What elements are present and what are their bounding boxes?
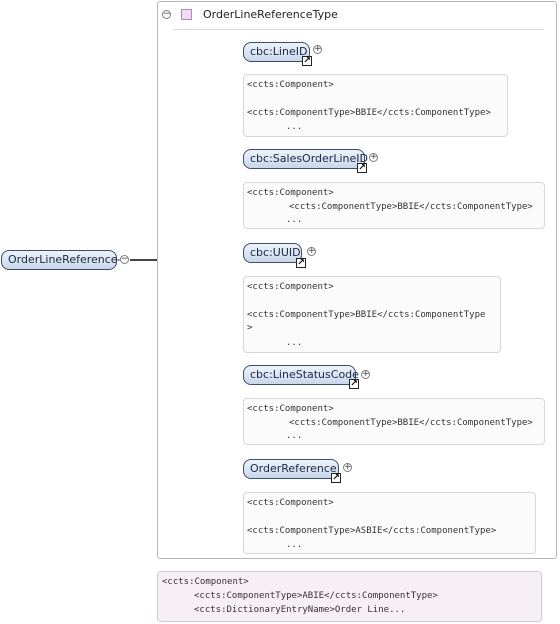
annotation-line-id: <ccts:Component> <ccts:ComponentType>BBI… xyxy=(243,74,508,137)
element-label: cbc:UUID xyxy=(250,246,301,259)
type-header-divider xyxy=(174,29,544,30)
annotation-uuid: <ccts:Component> <ccts:ComponentType>BBI… xyxy=(243,276,501,353)
annotation-text: ... xyxy=(286,431,303,441)
reference-arrow-icon: ↗ xyxy=(296,258,306,268)
annotation-text: <ccts:Component> xyxy=(247,404,334,414)
type-annotation: <ccts:Component> <ccts:ComponentType>ABI… xyxy=(157,571,542,622)
root-collapse-icon[interactable]: − xyxy=(120,255,129,264)
annotation-line-status-code: <ccts:Component> <ccts:ComponentType>BBI… xyxy=(243,398,545,445)
annotation-text: ... xyxy=(286,215,303,225)
annotation-text: <ccts:Component> xyxy=(247,80,334,90)
type-collapse-icon[interactable]: − xyxy=(162,10,171,19)
annotation-text: ... xyxy=(286,122,303,132)
annotation-text: <ccts:Component> xyxy=(162,577,249,587)
reference-arrow-icon: ↗ xyxy=(357,163,367,173)
element-label: cbc:LineID xyxy=(250,45,308,58)
annotation-order-reference: <ccts:Component> <ccts:ComponentType>ASB… xyxy=(243,492,536,554)
reference-arrow-icon: ↗ xyxy=(302,56,312,66)
root-element[interactable]: OrderLineReference xyxy=(1,250,118,270)
annotation-text: ... xyxy=(286,338,303,348)
annotation-text: <ccts:ComponentType>ABIE</ccts:Component… xyxy=(194,591,438,601)
annotation-text: <ccts:DictionaryEntryName>Order Line... xyxy=(194,605,406,615)
expand-icon[interactable]: + xyxy=(313,45,322,54)
element-uuid[interactable]: cbc:UUID xyxy=(243,243,302,263)
element-sales-order-line-id[interactable]: cbc:SalesOrderLineID xyxy=(243,149,368,169)
annotation-text: > xyxy=(247,323,253,333)
reference-arrow-icon: ↗ xyxy=(331,473,341,483)
element-line-id[interactable]: cbc:LineID xyxy=(243,42,310,62)
annotation-text: <ccts:ComponentType>BBIE</ccts:Component… xyxy=(247,310,486,320)
type-title: OrderLineReferenceType xyxy=(203,8,338,21)
element-label: OrderReference xyxy=(250,462,337,475)
annotation-text: <ccts:ComponentType>BBIE</ccts:Component… xyxy=(289,202,533,212)
expand-icon[interactable]: + xyxy=(361,370,370,379)
reference-arrow-icon: ↗ xyxy=(349,379,359,389)
element-line-status-code[interactable]: cbc:LineStatusCode xyxy=(243,365,359,385)
element-label: cbc:SalesOrderLineID xyxy=(250,152,368,165)
annotation-sales-order-line-id: <ccts:Component> <ccts:ComponentType>BBI… xyxy=(243,182,545,229)
annotation-text: <ccts:ComponentType>ASBIE</ccts:Componen… xyxy=(247,526,497,536)
annotation-text: <ccts:ComponentType>BBIE</ccts:Component… xyxy=(247,108,491,118)
annotation-text: <ccts:Component> xyxy=(247,282,334,292)
annotation-text: <ccts:Component> xyxy=(247,498,334,508)
element-order-reference[interactable]: OrderReference xyxy=(243,459,339,479)
annotation-text: ... xyxy=(286,540,303,550)
element-label: cbc:LineStatusCode xyxy=(250,368,359,381)
complex-type-icon xyxy=(181,9,192,20)
expand-icon[interactable]: + xyxy=(369,153,378,162)
annotation-text: <ccts:ComponentType>BBIE</ccts:Component… xyxy=(289,418,533,428)
root-element-label: OrderLineReference xyxy=(8,253,118,266)
expand-icon[interactable]: + xyxy=(343,463,352,472)
expand-icon[interactable]: + xyxy=(307,247,316,256)
annotation-text: <ccts:Component> xyxy=(247,188,334,198)
